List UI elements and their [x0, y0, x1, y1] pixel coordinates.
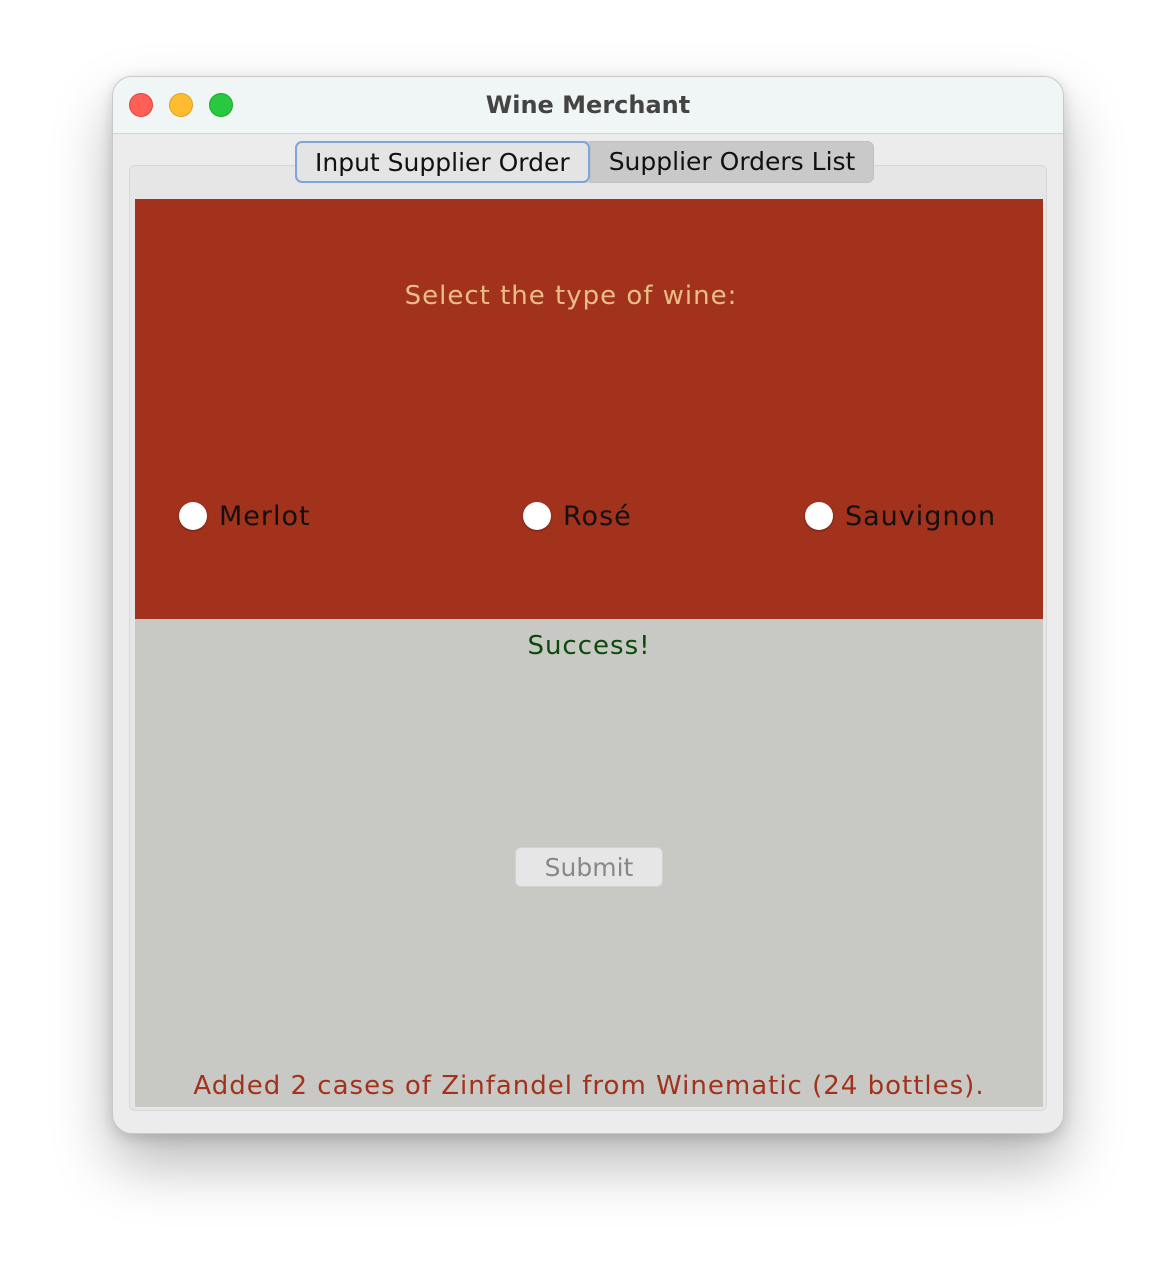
window-title: Wine Merchant: [485, 91, 691, 119]
order-status-panel: Success! Submit Added 2 cases of Zinfand…: [135, 619, 1043, 1107]
radio-merlot-indicator[interactable]: [179, 502, 207, 530]
radio-rose-indicator[interactable]: [523, 502, 551, 530]
radio-merlot[interactable]: Merlot: [179, 499, 311, 533]
app-window: Wine Merchant Input Supplier Order Suppl…: [112, 76, 1064, 1134]
order-message: Added 2 cases of Zinfandel from Winemati…: [193, 1071, 985, 1101]
wine-type-panel: Select the type of wine: Merlot Rosé Sau…: [135, 199, 1043, 619]
title-bar[interactable]: Wine Merchant: [113, 77, 1063, 134]
wine-type-prompt: Select the type of wine:: [404, 281, 738, 311]
status-text: Success!: [527, 631, 651, 661]
close-window-button[interactable]: [129, 93, 153, 117]
radio-merlot-label[interactable]: Merlot: [219, 501, 311, 532]
radio-sauvignon[interactable]: Sauvignon: [805, 499, 996, 533]
radio-rose[interactable]: Rosé: [523, 499, 632, 533]
zoom-window-button[interactable]: [209, 93, 233, 117]
tab-supplier-orders-list[interactable]: Supplier Orders List: [589, 141, 875, 183]
tab-input-supplier-order[interactable]: Input Supplier Order: [295, 141, 590, 183]
submit-button[interactable]: Submit: [515, 847, 663, 887]
radio-sauvignon-label[interactable]: Sauvignon: [845, 501, 996, 532]
tab-bar: Input Supplier Order Supplier Orders Lis…: [295, 141, 875, 183]
radio-sauvignon-indicator[interactable]: [805, 502, 833, 530]
radio-rose-label[interactable]: Rosé: [563, 501, 632, 532]
minimize-window-button[interactable]: [169, 93, 193, 117]
